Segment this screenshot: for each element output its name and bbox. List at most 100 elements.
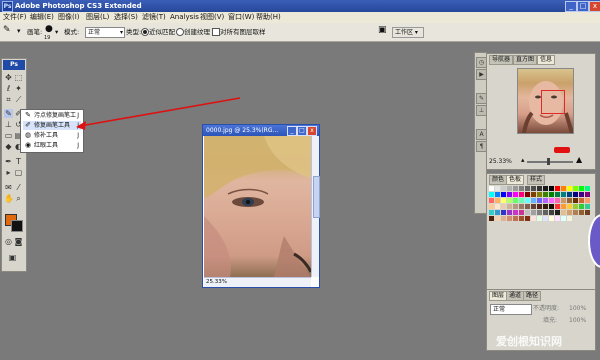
tab-histogram[interactable]: 直方图 bbox=[513, 55, 538, 65]
color-swatch[interactable] bbox=[537, 192, 542, 197]
color-swatch[interactable] bbox=[567, 198, 572, 203]
color-swatch[interactable] bbox=[543, 204, 548, 209]
color-swatch[interactable] bbox=[561, 216, 566, 221]
color-swatch[interactable] bbox=[549, 204, 554, 209]
color-swatch[interactable] bbox=[531, 216, 536, 221]
navigator-zoom-value[interactable]: 25.33% bbox=[489, 158, 512, 166]
color-swatch[interactable] bbox=[579, 192, 584, 197]
color-swatch[interactable] bbox=[579, 210, 584, 215]
color-swatch[interactable] bbox=[585, 186, 590, 191]
document-titlebar[interactable]: 0000.jpg @ 25.3%(RG... _ □ x bbox=[203, 125, 319, 136]
color-swatch[interactable] bbox=[525, 198, 530, 203]
color-swatch[interactable] bbox=[549, 216, 554, 221]
image-canvas[interactable] bbox=[204, 136, 311, 277]
color-swatch[interactable] bbox=[537, 216, 542, 221]
color-swatch[interactable] bbox=[513, 192, 518, 197]
horizontal-scrollbar[interactable]: 25.33% bbox=[204, 277, 311, 287]
color-swatch[interactable] bbox=[501, 216, 506, 221]
color-swatch[interactable] bbox=[549, 186, 554, 191]
view-proxy-box[interactable] bbox=[541, 90, 565, 114]
color-swatch[interactable] bbox=[573, 186, 578, 191]
zoom-slider-thumb[interactable] bbox=[547, 158, 550, 165]
color-swatch[interactable] bbox=[525, 186, 530, 191]
color-swatch[interactable] bbox=[489, 192, 494, 197]
tab-paths[interactable]: 路径 bbox=[523, 291, 542, 301]
color-swatch[interactable] bbox=[543, 198, 548, 203]
opacity-value[interactable]: 100% bbox=[569, 304, 586, 313]
color-swatch[interactable] bbox=[567, 210, 572, 215]
color-swatch[interactable] bbox=[501, 186, 506, 191]
color-swatch[interactable] bbox=[531, 198, 536, 203]
doc-close-button[interactable]: x bbox=[307, 126, 317, 136]
color-swatch[interactable] bbox=[519, 198, 524, 203]
tab-color[interactable]: 颜色 bbox=[489, 175, 508, 185]
color-swatch[interactable] bbox=[531, 210, 536, 215]
color-swatch[interactable] bbox=[585, 192, 590, 197]
color-swatch[interactable] bbox=[507, 198, 512, 203]
scroll-thumb[interactable] bbox=[313, 176, 320, 218]
color-swatch[interactable] bbox=[513, 186, 518, 191]
color-swatch[interactable] bbox=[537, 198, 542, 203]
color-swatch[interactable] bbox=[501, 210, 506, 215]
color-swatch[interactable] bbox=[513, 204, 518, 209]
color-swatch[interactable] bbox=[513, 216, 518, 221]
zoom-slider[interactable] bbox=[527, 161, 573, 163]
tab-channels[interactable]: 通道 bbox=[506, 291, 525, 301]
color-swatch[interactable] bbox=[555, 186, 560, 191]
color-swatch[interactable] bbox=[543, 216, 548, 221]
color-swatch[interactable] bbox=[573, 204, 578, 209]
color-swatch[interactable] bbox=[507, 192, 512, 197]
color-swatch[interactable] bbox=[567, 192, 572, 197]
tab-navigator[interactable]: 导航器 bbox=[489, 55, 514, 65]
color-swatch[interactable] bbox=[555, 198, 560, 203]
color-swatch[interactable] bbox=[513, 198, 518, 203]
color-swatch[interactable] bbox=[549, 198, 554, 203]
color-swatch[interactable] bbox=[543, 186, 548, 191]
color-swatch[interactable] bbox=[543, 192, 548, 197]
color-swatch[interactable] bbox=[507, 216, 512, 221]
fill-value[interactable]: 100% bbox=[569, 316, 586, 325]
color-swatch[interactable] bbox=[495, 192, 500, 197]
color-swatch[interactable] bbox=[555, 192, 560, 197]
color-swatch[interactable] bbox=[561, 186, 566, 191]
color-swatch[interactable] bbox=[489, 216, 494, 221]
color-swatch[interactable] bbox=[555, 216, 560, 221]
zoom-out-icon[interactable]: ▴ bbox=[521, 156, 525, 164]
color-swatch[interactable] bbox=[489, 204, 494, 209]
tab-layers[interactable]: 图层 bbox=[489, 291, 508, 301]
color-swatch[interactable] bbox=[573, 210, 578, 215]
color-swatch[interactable] bbox=[495, 204, 500, 209]
color-swatch[interactable] bbox=[519, 204, 524, 209]
color-swatch[interactable] bbox=[585, 210, 590, 215]
color-swatch[interactable] bbox=[525, 192, 530, 197]
color-swatch[interactable] bbox=[501, 192, 506, 197]
color-swatch[interactable] bbox=[489, 186, 494, 191]
color-swatch[interactable] bbox=[567, 216, 572, 221]
color-swatch[interactable] bbox=[585, 198, 590, 203]
color-swatch[interactable] bbox=[507, 204, 512, 209]
color-swatch[interactable] bbox=[525, 210, 530, 215]
zoom-in-icon[interactable]: ▲ bbox=[576, 155, 582, 164]
color-swatch[interactable] bbox=[489, 198, 494, 203]
color-swatch[interactable] bbox=[567, 186, 572, 191]
color-swatch[interactable] bbox=[573, 192, 578, 197]
color-swatch[interactable] bbox=[495, 216, 500, 221]
color-swatch[interactable] bbox=[561, 210, 566, 215]
color-swatch[interactable] bbox=[501, 198, 506, 203]
tab-styles[interactable]: 样式 bbox=[527, 175, 546, 185]
vertical-scrollbar[interactable] bbox=[311, 136, 320, 277]
color-swatch[interactable] bbox=[537, 186, 542, 191]
color-swatch[interactable] bbox=[537, 210, 542, 215]
color-swatch[interactable] bbox=[579, 198, 584, 203]
color-swatch[interactable] bbox=[549, 210, 554, 215]
color-swatch[interactable] bbox=[561, 204, 566, 209]
color-swatch[interactable] bbox=[513, 210, 518, 215]
color-swatch[interactable] bbox=[507, 210, 512, 215]
color-swatch[interactable] bbox=[507, 186, 512, 191]
color-swatch[interactable] bbox=[519, 216, 524, 221]
color-swatch[interactable] bbox=[567, 204, 572, 209]
color-swatch[interactable] bbox=[537, 204, 542, 209]
color-swatch[interactable] bbox=[579, 204, 584, 209]
color-swatch[interactable] bbox=[495, 210, 500, 215]
color-swatch[interactable] bbox=[501, 204, 506, 209]
